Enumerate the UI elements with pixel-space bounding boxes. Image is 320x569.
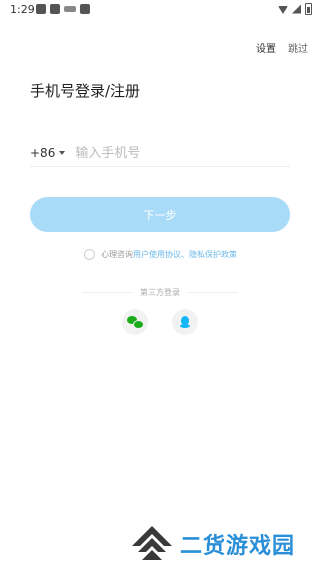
notification-app2-icon	[80, 4, 90, 14]
watermark-logo-icon	[132, 526, 172, 560]
notification-game-icon	[64, 6, 76, 12]
wechat-login-button[interactable]	[122, 309, 148, 335]
divider-line-right	[188, 292, 238, 293]
cellular-icon	[292, 4, 301, 14]
phone-number-input[interactable]	[75, 145, 276, 161]
third-party-divider: 第三方登录	[82, 287, 238, 298]
user-agreement-link[interactable]: 用户使用协议	[133, 249, 181, 260]
page-title: 手机号登录/注册	[30, 82, 141, 100]
system-icons	[278, 3, 312, 15]
top-links: 设置 跳过	[256, 40, 308, 55]
status-bar: 1:29	[0, 0, 320, 20]
watermark: 二货游戏园	[130, 524, 295, 564]
agreement-prefix: 心理咨询	[101, 250, 133, 259]
watermark-text: 二货游戏园	[180, 534, 296, 559]
country-code-selector[interactable]: +86	[30, 146, 55, 160]
divider-line-left	[82, 292, 132, 293]
phone-input-row: +86	[30, 140, 290, 167]
settings-link[interactable]: 设置	[256, 40, 276, 55]
agreement-separator: 、	[181, 250, 189, 259]
qq-icon	[180, 316, 190, 328]
status-time: 1:29	[10, 3, 35, 16]
qq-login-button[interactable]	[172, 309, 198, 335]
agreement-row: 心理咨询 用户使用协议 、 隐私保护政策	[84, 249, 237, 260]
notification-icons	[36, 4, 90, 14]
wifi-icon	[278, 6, 288, 14]
next-step-button[interactable]: 下一步	[30, 197, 290, 232]
agree-checkbox[interactable]	[84, 249, 95, 260]
notification-a-icon	[50, 4, 60, 14]
wechat-icon	[127, 316, 144, 329]
third-party-label: 第三方登录	[140, 288, 180, 297]
caret-down-icon[interactable]	[59, 151, 66, 155]
notification-app-icon	[36, 4, 46, 14]
privacy-policy-link[interactable]: 隐私保护政策	[189, 249, 237, 260]
skip-link[interactable]: 跳过	[288, 40, 308, 55]
battery-icon	[305, 3, 312, 15]
